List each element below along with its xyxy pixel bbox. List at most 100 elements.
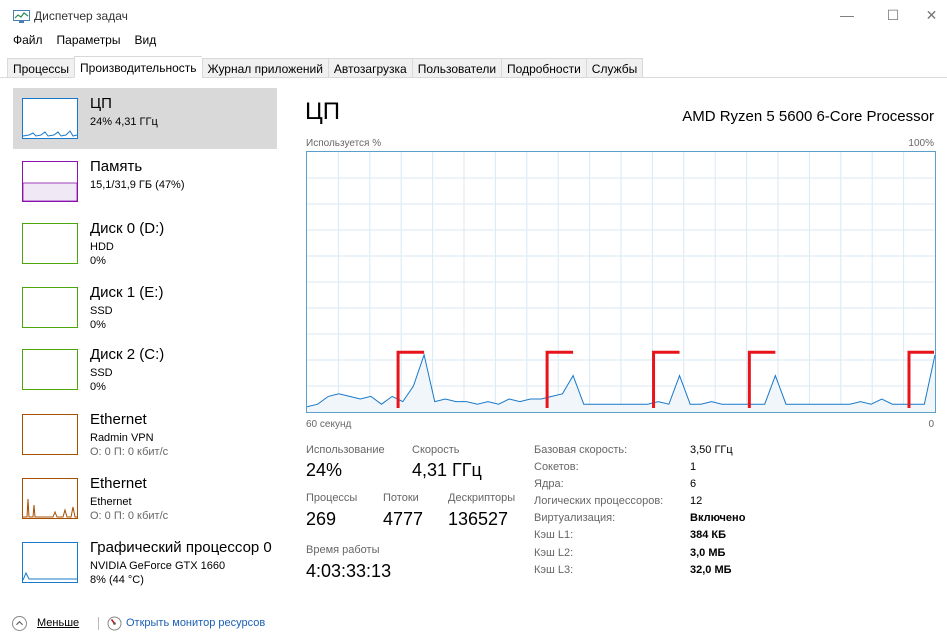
info-key: Виртуализация: — [534, 512, 616, 524]
resource-monitor-icon — [107, 616, 122, 631]
threads-value: 4777 — [383, 509, 424, 529]
close-icon: ✕ — [925, 6, 938, 23]
ethernet-graph-icon — [22, 414, 78, 455]
sidebar-item-detail: 0% — [90, 381, 106, 393]
info-key: Ядра: — [534, 478, 564, 490]
speed-value: 4,31 ГГц — [412, 460, 482, 480]
sidebar-item-detail: 0% — [90, 255, 106, 267]
memory-graph-icon-svg — [23, 182, 77, 201]
info-key: Кэш L1: — [534, 529, 574, 541]
tab-startup[interactable]: Автозагрузка — [327, 58, 412, 78]
gpu-graph-icon — [22, 542, 78, 583]
tab-details[interactable]: Подробности — [501, 58, 586, 78]
sidebar-item-subtitle: 24% 4,31 ГГц — [90, 116, 158, 128]
usage-value: 24% — [306, 460, 343, 480]
disk-graph-icon — [22, 287, 78, 328]
info-value: 12 — [690, 495, 703, 507]
ethernet-graph-icon-svg — [23, 415, 77, 454]
uptime-label: Время работы — [306, 544, 380, 556]
maximize-button[interactable]: ☐ — [870, 0, 916, 30]
handles-value: 136527 — [448, 509, 509, 529]
sidebar-item-0[interactable]: ЦП 24% 4,31 ГГц — [13, 88, 277, 149]
sidebar-item-4[interactable]: Диск 2 (C:) SSD 0% — [13, 339, 277, 400]
minimize-button[interactable]: — — [824, 0, 870, 30]
sidebar-item-detail: О: 0 П: 0 кбит/с — [90, 446, 169, 458]
close-button[interactable]: ✕ — [916, 0, 947, 30]
memory-graph-icon — [22, 161, 78, 202]
sidebar-item-detail: 8% (44 °C) — [90, 574, 144, 586]
gpu-thumb-line — [23, 571, 77, 581]
menu-view[interactable]: Вид — [125, 30, 161, 52]
usage-axis-label: Используется % — [306, 138, 382, 149]
sidebar-item-subtitle: Radmin VPN — [90, 432, 154, 444]
disk-graph-icon-svg — [23, 350, 77, 389]
info-value: 3,50 ГГц — [690, 444, 733, 456]
ethernet-graph-icon — [22, 478, 78, 519]
chevron-up-icon[interactable] — [12, 616, 27, 631]
open-resource-monitor-link[interactable]: Открыть монитор ресурсов — [126, 617, 265, 629]
cpu-graph-icon-svg — [23, 130, 77, 137]
sidebar-item-subtitle: SSD — [90, 305, 113, 317]
ethernet-graph-icon-svg — [23, 498, 77, 518]
info-value: Включено — [690, 512, 746, 524]
tab-users[interactable]: Пользователи — [411, 58, 502, 78]
memory-thumb-fill — [23, 182, 77, 201]
threads-label: Потоки — [383, 492, 419, 504]
minimize-icon: — — [840, 7, 854, 23]
tab-bar: Процессы Производительность Журнал прило… — [0, 56, 947, 78]
cpu-graph-icon — [22, 98, 78, 139]
cpu-thumb-line — [23, 130, 77, 137]
sidebar-item-title: Память — [90, 158, 143, 175]
disk-graph-icon-svg — [23, 288, 77, 327]
time-axis-label: 60 секунд — [306, 419, 352, 430]
sidebar-item-7[interactable]: Графический процессор 0 NVIDIA GeForce GT… — [13, 532, 277, 593]
info-key: Логических процессоров: — [534, 495, 664, 507]
disk-graph-icon — [22, 223, 78, 264]
info-value: 32,0 МБ — [690, 564, 732, 576]
speed-label: Скорость — [412, 444, 460, 456]
info-key: Кэш L3: — [534, 564, 574, 576]
sidebar-item-subtitle: NVIDIA GeForce GTX 1660 — [90, 560, 226, 572]
maximize-icon: ☐ — [886, 6, 900, 23]
sidebar-item-1[interactable]: Память 15,1/31,9 ГБ (47%) — [13, 151, 277, 212]
tab-app-history[interactable]: Журнал приложений — [201, 58, 328, 78]
sidebar-item-6[interactable]: Ethernet Ethernet О: 0 П: 0 кбит/с — [13, 468, 277, 529]
sidebar-item-3[interactable]: Диск 1 (E:) SSD 0% — [13, 277, 277, 338]
sidebar-item-5[interactable]: Ethernet Radmin VPN О: 0 П: 0 кбит/с — [13, 404, 277, 465]
sidebar-item-2[interactable]: Диск 0 (D:) HDD 0% — [13, 213, 277, 274]
footer-divider — [98, 617, 99, 630]
task-manager-icon — [13, 10, 30, 23]
ethernet-thumb-line — [23, 498, 77, 518]
tab-performance[interactable]: Производительность — [74, 56, 202, 78]
sidebar-item-subtitle: HDD — [90, 241, 114, 253]
page-title: ЦП — [305, 98, 341, 125]
title-bar: Диспетчер задач — ☐ ✕ — [0, 0, 947, 30]
usage-axis-max: 100% — [908, 138, 934, 149]
footer-bar: Меньше Открыть монитор ресурсов — [0, 614, 947, 636]
uptime-value: 4:03:33:13 — [306, 561, 392, 581]
menu-options[interactable]: Параметры — [48, 30, 126, 52]
tab-processes[interactable]: Процессы — [7, 58, 75, 78]
info-value: 3,0 МБ — [690, 547, 726, 559]
info-key: Базовая скорость: — [534, 444, 628, 456]
info-value: 1 — [690, 461, 697, 473]
usage-label: Использование — [306, 444, 385, 456]
info-key: Кэш L2: — [534, 547, 574, 559]
gpu-graph-icon-svg — [23, 571, 77, 581]
tab-services[interactable]: Службы — [585, 58, 644, 78]
cpu-usage-graph — [306, 151, 936, 413]
sidebar-item-subtitle: Ethernet — [90, 496, 132, 508]
fewer-details-button[interactable]: Меньше — [37, 617, 79, 629]
sidebar-item-title: Графический процессор 0 — [90, 539, 272, 556]
sidebar-item-title: Диск 1 (E:) — [90, 284, 164, 301]
sidebar-item-title: Ethernet — [90, 411, 147, 428]
menu-bar: Файл Параметры Вид — [0, 30, 161, 52]
cpu-usage-graph-svg — [307, 152, 935, 412]
menu-file[interactable]: Файл — [0, 30, 48, 52]
sidebar-item-title: Диск 0 (D:) — [90, 220, 165, 237]
disk-graph-icon-svg — [23, 224, 77, 263]
info-key: Сокетов: — [534, 461, 579, 473]
sidebar-item-detail: 0% — [90, 319, 106, 331]
processes-label: Процессы — [306, 492, 358, 504]
sidebar-item-title: ЦП — [90, 95, 112, 112]
